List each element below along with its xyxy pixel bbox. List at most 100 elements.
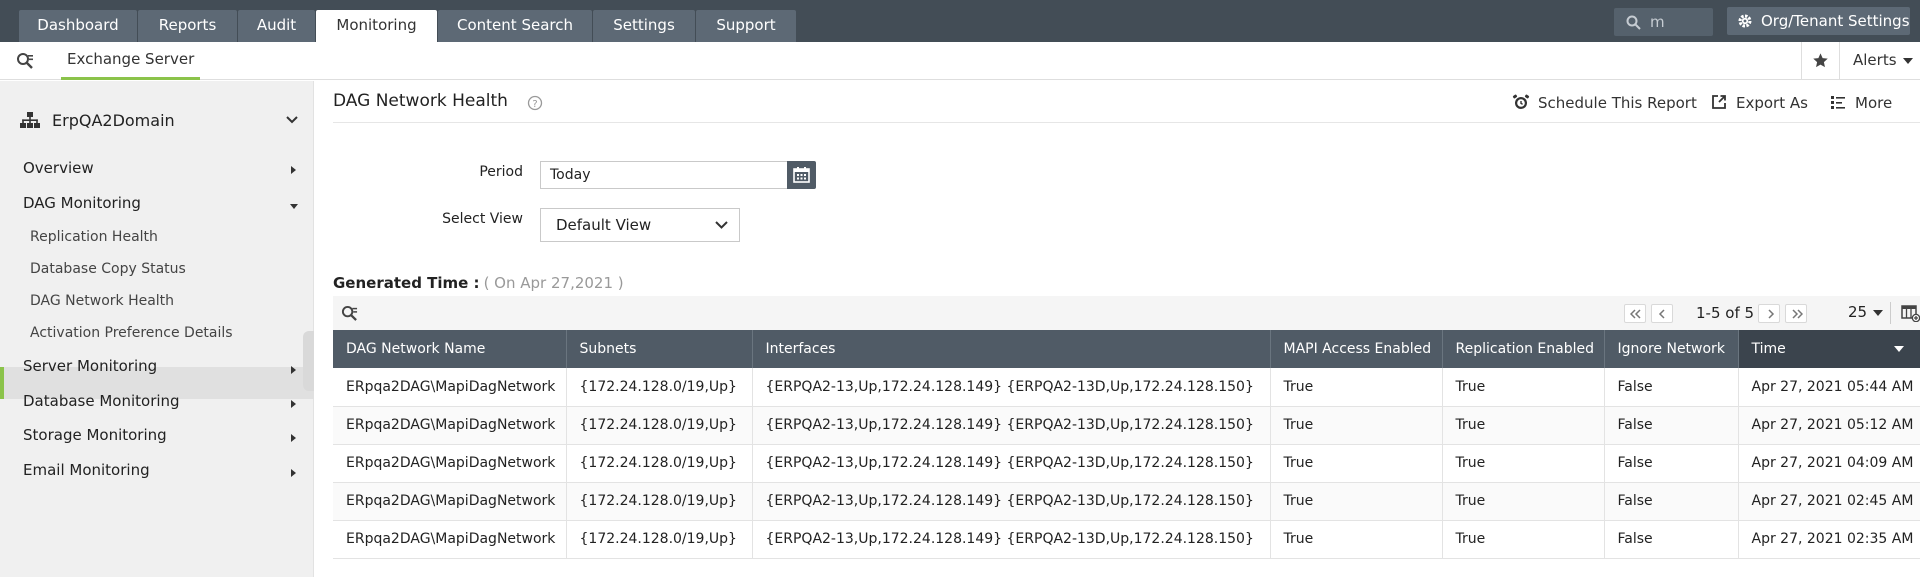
cell-ignore-network: False: [1604, 520, 1739, 559]
per-page-value: 25: [1848, 303, 1868, 321]
column-header-dag-network-name[interactable]: DAG Network Name: [333, 330, 567, 368]
tab-reports[interactable]: Reports: [138, 10, 237, 42]
cell-ignore-network: False: [1604, 482, 1739, 521]
alerts-dropdown[interactable]: Alerts: [1839, 42, 1920, 80]
period-input[interactable]: Today: [540, 161, 787, 189]
cell-interfaces: {ERPQA2-13,Up,172.24.128.149} {ERPQA2-13…: [752, 520, 1271, 559]
cell-subnets: {172.24.128.0/19,Up}: [566, 444, 753, 483]
view-select-value: Default View: [556, 216, 652, 234]
generated-time-label: Generated Time :: [333, 274, 480, 292]
search-icon: [1626, 15, 1641, 30]
sidebar-item-server-monitoring[interactable]: Server Monitoring: [23, 357, 157, 375]
more-button[interactable]: More: [1829, 93, 1909, 113]
global-search-input[interactable]: m: [1614, 8, 1713, 36]
chevron-right-icon: [291, 434, 296, 442]
cell-dag-network-name: ERpqa2DAG\MapiDagNetwork: [333, 482, 567, 521]
column-header-interfaces[interactable]: Interfaces: [752, 330, 1271, 368]
export-icon: [1712, 95, 1726, 109]
title-divider: [333, 122, 1920, 123]
column-header-time[interactable]: Time: [1738, 330, 1920, 368]
last-page-button[interactable]: [1785, 304, 1807, 323]
cell-mapi-access-enabled: True: [1270, 520, 1443, 559]
schedule-report-label: Schedule This Report: [1538, 94, 1697, 112]
table-row[interactable]: ERpqa2DAG\MapiDagNetwork {172.24.128.0/1…: [333, 368, 1920, 407]
search-settings-icon[interactable]: [16, 52, 34, 70]
sidebar-collapse-handle[interactable]: [303, 331, 314, 391]
cell-interfaces: {ERPQA2-13,Up,172.24.128.149} {ERPQA2-13…: [752, 482, 1271, 521]
tab-settings[interactable]: Settings: [593, 10, 695, 42]
table-row[interactable]: ERpqa2DAG\MapiDagNetwork {172.24.128.0/1…: [333, 520, 1920, 559]
table-row[interactable]: ERpqa2DAG\MapiDagNetwork {172.24.128.0/1…: [333, 482, 1920, 521]
cell-mapi-access-enabled: True: [1270, 406, 1443, 445]
table-search-icon[interactable]: [341, 305, 358, 322]
sidebar-item-database-copy-status[interactable]: Database Copy Status: [30, 261, 186, 277]
per-page-select[interactable]: 25: [1848, 303, 1884, 321]
table-row[interactable]: ERpqa2DAG\MapiDagNetwork {172.24.128.0/1…: [333, 406, 1920, 445]
org-tenant-settings-label: Org/Tenant Settings: [1761, 12, 1910, 30]
calendar-icon: [793, 167, 810, 183]
cell-mapi-access-enabled: True: [1270, 368, 1443, 407]
column-chooser-icon[interactable]: [1901, 305, 1920, 322]
calendar-button[interactable]: [787, 161, 816, 189]
cell-ignore-network: False: [1604, 444, 1739, 483]
sidebar-item-replication-health[interactable]: Replication Health: [30, 229, 158, 245]
generated-time: Generated Time :( On Apr 27,2021 ): [333, 274, 624, 292]
table-row[interactable]: ERpqa2DAG\MapiDagNetwork {172.24.128.0/1…: [333, 444, 1920, 483]
pagination-range: 1-5 of 5: [1696, 304, 1755, 322]
sidebar-item-email-monitoring[interactable]: Email Monitoring: [23, 461, 150, 479]
org-tree-icon: [20, 112, 40, 128]
cell-time: Apr 27, 2021 05:44 AM: [1738, 368, 1920, 407]
toolbar-divider: [1890, 302, 1891, 324]
tab-dashboard[interactable]: Dashboard: [19, 10, 137, 42]
sidebar-item-dag-monitoring[interactable]: DAG Monitoring: [23, 194, 141, 212]
sidebar-item-dag-network-health[interactable]: DAG Network Health: [30, 293, 174, 309]
last-page-icon: [1792, 309, 1803, 319]
global-search-value: m: [1650, 13, 1665, 31]
star-icon: [1813, 53, 1828, 68]
org-tenant-settings-button[interactable]: Org/Tenant Settings: [1727, 7, 1910, 35]
table-toolbar: 1-5 of 5 25: [333, 296, 1920, 330]
domain-selector[interactable]: ErpQA2Domain: [20, 109, 300, 133]
select-view-label: Select View: [442, 211, 523, 227]
view-select[interactable]: Default View: [540, 208, 740, 242]
tab-audit[interactable]: Audit: [238, 10, 315, 42]
cell-replication-enabled: True: [1442, 444, 1605, 483]
dag-network-table: DAG Network Name Subnets Interfaces MAPI…: [333, 330, 1920, 559]
export-as-label: Export As: [1736, 94, 1808, 112]
sidebar-item-database-monitoring[interactable]: Database Monitoring: [23, 392, 180, 410]
export-as-button[interactable]: Export As: [1710, 93, 1820, 113]
column-header-ignore-network[interactable]: Ignore Network: [1604, 330, 1739, 368]
sidebar-item-activation-preference-details[interactable]: Activation Preference Details: [30, 325, 233, 341]
tab-monitoring[interactable]: Monitoring: [316, 10, 437, 42]
prev-page-icon: [1658, 309, 1665, 319]
cell-replication-enabled: True: [1442, 520, 1605, 559]
svg-text:?: ?: [532, 99, 537, 110]
first-page-button[interactable]: [1624, 304, 1646, 323]
column-header-mapi-access-enabled[interactable]: MAPI Access Enabled: [1270, 330, 1443, 368]
tab-exchange-server[interactable]: Exchange Server: [61, 42, 201, 80]
column-header-replication-enabled[interactable]: Replication Enabled: [1442, 330, 1605, 368]
next-page-button[interactable]: [1758, 304, 1780, 323]
gear-icon: [1738, 14, 1752, 28]
chevron-down-icon: [290, 204, 298, 209]
next-page-icon: [1768, 309, 1775, 319]
top-nav-bar: Dashboard Reports Audit Monitoring Conte…: [0, 0, 1920, 42]
column-header-subnets[interactable]: Subnets: [566, 330, 753, 368]
cell-interfaces: {ERPQA2-13,Up,172.24.128.149} {ERPQA2-13…: [752, 406, 1271, 445]
cell-time: Apr 27, 2021 05:12 AM: [1738, 406, 1920, 445]
favorites-button[interactable]: [1801, 42, 1838, 80]
cell-time: Apr 27, 2021 04:09 AM: [1738, 444, 1920, 483]
cell-interfaces: {ERPQA2-13,Up,172.24.128.149} {ERPQA2-13…: [752, 368, 1271, 407]
cell-time: Apr 27, 2021 02:45 AM: [1738, 482, 1920, 521]
cell-dag-network-name: ERpqa2DAG\MapiDagNetwork: [333, 406, 567, 445]
schedule-report-button[interactable]: Schedule This Report: [1512, 93, 1702, 113]
cell-subnets: {172.24.128.0/19,Up}: [566, 482, 753, 521]
tab-support[interactable]: Support: [696, 10, 796, 42]
sidebar-item-overview[interactable]: Overview: [23, 159, 94, 177]
page-title: DAG Network Health: [333, 91, 508, 111]
cell-subnets: {172.24.128.0/19,Up}: [566, 368, 753, 407]
help-icon[interactable]: ?: [527, 95, 543, 111]
tab-content-search[interactable]: Content Search: [438, 10, 592, 42]
prev-page-button[interactable]: [1651, 304, 1673, 323]
sidebar-item-storage-monitoring[interactable]: Storage Monitoring: [23, 426, 167, 444]
